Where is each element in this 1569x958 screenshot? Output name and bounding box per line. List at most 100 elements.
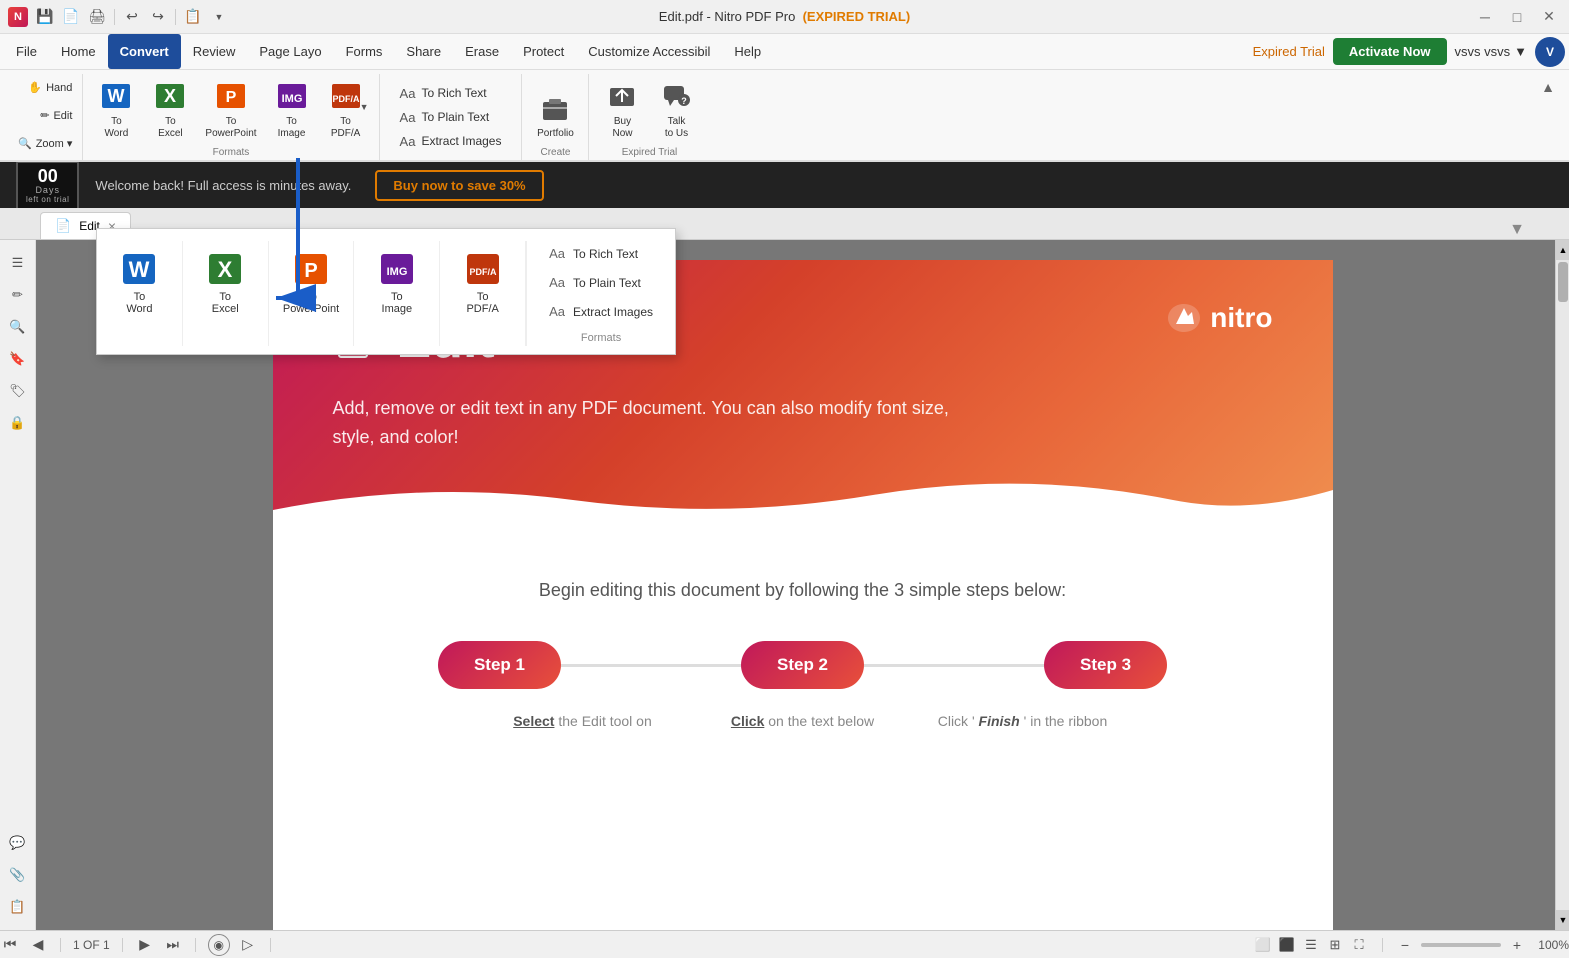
svg-text:W: W — [129, 257, 150, 282]
menu-share[interactable]: Share — [394, 34, 453, 69]
minimize-btn[interactable]: ─ — [1473, 7, 1497, 27]
to-plain-text-btn[interactable]: Aa To Plain Text — [392, 106, 510, 128]
prev-page-btn[interactable]: ◀ — [28, 936, 48, 953]
zoom-out-btn[interactable]: − — [1395, 937, 1415, 953]
menu-erase[interactable]: Erase — [453, 34, 511, 69]
dp-to-image-btn[interactable]: IMG ToImage — [358, 241, 435, 325]
activate-now-button[interactable]: Activate Now — [1333, 38, 1447, 65]
to-word-btn[interactable]: W ToWord — [91, 74, 141, 144]
tool-comment[interactable]: 💬 — [3, 828, 33, 858]
print-btn[interactable]: 🖨 — [86, 6, 108, 28]
buy-now-btn[interactable]: BuyNow — [597, 74, 647, 144]
tab-scroll-arrow[interactable]: ▼ — [1509, 221, 1529, 239]
edit-tool-btn[interactable]: ✏ Edit — [12, 104, 78, 130]
menu-pagelayout[interactable]: Page Layo — [247, 34, 333, 69]
tool-attach[interactable]: 📎 — [3, 860, 33, 890]
tool-lock[interactable]: 🔒 — [3, 408, 33, 438]
tool-bookmark[interactable]: 🔖 — [3, 344, 33, 374]
dp-to-rich-text-btn[interactable]: Aa To Rich Text — [539, 241, 663, 266]
dp-col-word: W ToWord — [97, 241, 183, 346]
svg-text:IMG: IMG — [281, 93, 302, 105]
quick-access-toolbar: 💾 📄 🖨 ↩ ↪ 📋 ▼ — [34, 6, 230, 28]
title-bar-left: N 💾 📄 🖨 ↩ ↪ 📋 ▼ — [8, 6, 230, 28]
user-avatar[interactable]: V — [1535, 37, 1565, 67]
qa-dropdown[interactable]: ▼ — [208, 6, 230, 28]
zoom-area: − + 100% — [1395, 937, 1569, 953]
vertical-scrollbar[interactable]: ▲ ▼ — [1555, 240, 1569, 930]
step-1-btn[interactable]: Step 1 — [438, 641, 561, 689]
menu-forms[interactable]: Forms — [334, 34, 395, 69]
tool-edit[interactable]: ✏ — [3, 280, 33, 310]
undo-btn[interactable]: ↩ — [121, 6, 143, 28]
user-menu[interactable]: vsvs vsvs ▼ — [1455, 44, 1528, 59]
menu-help[interactable]: Help — [722, 34, 773, 69]
dp-to-excel-btn[interactable]: X ToExcel — [187, 241, 264, 325]
close-btn[interactable]: ✕ — [1537, 7, 1561, 27]
buy-now-save-button[interactable]: Buy now to save 30% — [375, 170, 543, 201]
save-btn[interactable]: 💾 — [34, 6, 56, 28]
step-3-btn[interactable]: Step 3 — [1044, 641, 1167, 689]
steps-intro-text: Begin editing this document by following… — [333, 580, 1273, 601]
trial-welcome-text: Welcome back! Full access is minutes awa… — [95, 178, 351, 193]
to-powerpoint-btn[interactable]: P ToPowerPoint — [199, 74, 262, 144]
app-logo: N — [8, 7, 28, 27]
trial-left-label: left on trial — [26, 195, 69, 204]
qa-divider2 — [175, 9, 176, 25]
step-2-btn[interactable]: Step 2 — [741, 641, 864, 689]
hand-tool-btn[interactable]: ✋ Hand — [12, 76, 78, 102]
scroll-down-btn[interactable]: ▼ — [1556, 910, 1569, 930]
nav-arrow-btn[interactable]: ▷ — [238, 936, 258, 953]
double-page-view-btn[interactable]: ⬛ — [1276, 934, 1298, 956]
clipboard-btn[interactable]: 📋 — [182, 6, 204, 28]
last-page-btn[interactable]: ⏭ — [163, 936, 183, 953]
maximize-btn[interactable]: □ — [1505, 7, 1529, 27]
nav-circle-btn[interactable]: ◉ — [208, 934, 230, 956]
view-mode-buttons: ⬜ ⬛ ☰ ⊞ ⛶ — [1252, 934, 1370, 956]
dp-col-pdfa: PDF/A ToPDF/A — [440, 241, 526, 346]
single-page-view-btn[interactable]: ⬜ — [1252, 934, 1274, 956]
portfolio-btn[interactable]: Portfolio — [530, 74, 580, 144]
scroll-view-btn[interactable]: ☰ — [1300, 934, 1322, 956]
window-controls: ─ □ ✕ — [1473, 7, 1561, 27]
fullscreen-btn[interactable]: ⛶ — [1348, 934, 1370, 956]
tool-zoom[interactable]: 🔍 — [3, 312, 33, 342]
menu-home[interactable]: Home — [49, 34, 108, 69]
svg-text:X: X — [218, 257, 233, 282]
zoom-slider[interactable] — [1421, 943, 1501, 947]
scroll-track[interactable] — [1556, 260, 1569, 910]
svg-text:PDF/A: PDF/A — [469, 267, 497, 277]
dp-to-plain-text-btn[interactable]: Aa To Plain Text — [539, 270, 663, 295]
first-page-btn[interactable]: ⏮ — [0, 936, 20, 953]
to-image-btn[interactable]: IMG ToImage — [267, 74, 317, 144]
to-excel-btn[interactable]: X ToExcel — [145, 74, 195, 144]
zoom-in-btn[interactable]: + — [1507, 937, 1527, 953]
menu-convert[interactable]: Convert — [108, 34, 181, 69]
dp-extract-images-btn[interactable]: Aa Extract Images — [539, 299, 663, 324]
menu-customize[interactable]: Customize Accessibil — [576, 34, 722, 69]
menu-protect[interactable]: Protect — [511, 34, 576, 69]
zoom-tool-btn[interactable]: 🔍 Zoom ▾ — [12, 132, 78, 158]
to-rich-text-btn[interactable]: Aa To Rich Text — [392, 82, 510, 104]
dp-to-pdfa-btn[interactable]: PDF/A ToPDF/A — [444, 241, 521, 325]
qa-divider — [114, 9, 115, 25]
scroll-thumb[interactable] — [1558, 262, 1568, 302]
dropdown-arrow[interactable]: ▼ — [360, 102, 369, 113]
talk-to-us-btn[interactable]: ? Talkto Us — [651, 74, 701, 144]
tool-tag[interactable]: 🏷 — [3, 376, 33, 406]
ribbon-collapse-btn[interactable]: ▲ — [1539, 78, 1557, 96]
menu-file[interactable]: File — [4, 34, 49, 69]
new-btn[interactable]: 📄 — [60, 6, 82, 28]
fit-view-btn[interactable]: ⊞ — [1324, 934, 1346, 956]
wave-decoration — [273, 480, 1333, 540]
tool-form[interactable]: 📋 — [3, 892, 33, 922]
dp-to-ppt-btn[interactable]: P ToPowerPoint — [273, 241, 350, 325]
menu-review[interactable]: Review — [181, 34, 248, 69]
tool-hand[interactable]: ☰ — [3, 248, 33, 278]
dp-to-word-btn[interactable]: W ToWord — [101, 241, 178, 325]
scroll-up-btn[interactable]: ▲ — [1556, 240, 1569, 260]
redo-btn[interactable]: ↪ — [147, 6, 169, 28]
extract-images-btn[interactable]: Aa Extract Images — [392, 130, 510, 152]
title-bar: N 💾 📄 🖨 ↩ ↪ 📋 ▼ Edit.pdf - Nitro PDF Pro… — [0, 0, 1569, 34]
to-pdfa-btn[interactable]: PDF/A ToPDF/A ▼ — [321, 74, 371, 144]
next-page-btn[interactable]: ▶ — [135, 936, 155, 953]
